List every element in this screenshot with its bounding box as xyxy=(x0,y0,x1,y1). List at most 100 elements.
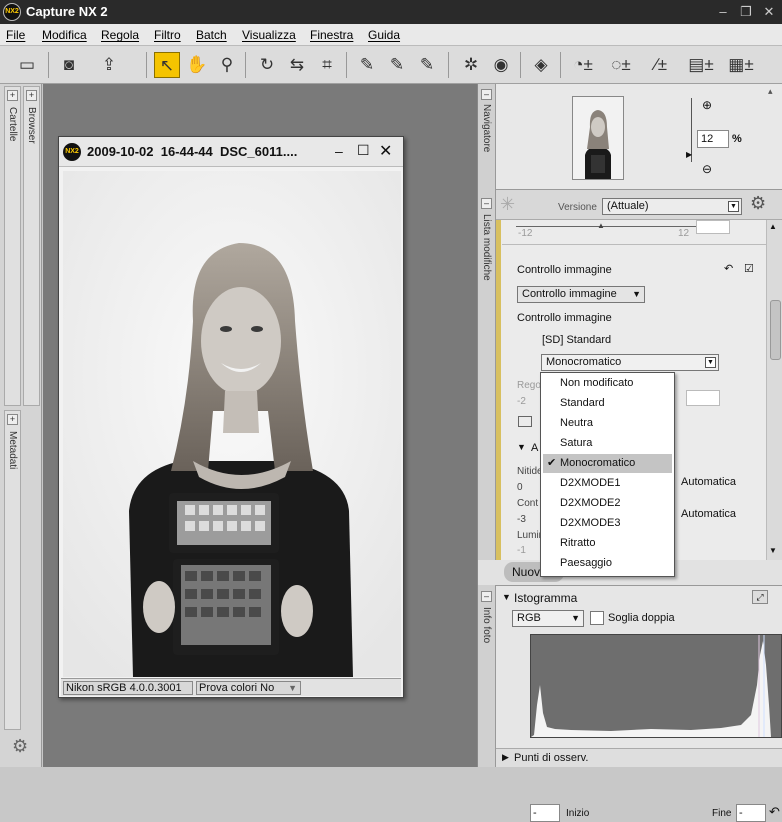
slider-value-input[interactable] xyxy=(696,220,730,234)
maximize-icon[interactable]: ☐ xyxy=(357,142,370,159)
menu-regola[interactable]: Regola xyxy=(101,28,139,42)
slider-track[interactable] xyxy=(516,226,696,227)
eye-icon[interactable]: ◉ xyxy=(488,52,514,78)
expand-icon[interactable]: + xyxy=(26,90,37,101)
close-button[interactable]: ✕ xyxy=(760,3,778,20)
reset-icon[interactable]: ↶ xyxy=(769,804,780,820)
channel-select[interactable]: RGB ▼ xyxy=(512,610,584,627)
regola-input[interactable] xyxy=(686,390,720,406)
minimize-icon[interactable]: – xyxy=(335,143,343,159)
menu-guida[interactable]: Guida xyxy=(368,28,400,42)
browser-panel-tab[interactable]: + Browser xyxy=(23,86,40,406)
collapse-icon[interactable]: – xyxy=(481,198,492,209)
gradient-icon[interactable]: ▤± xyxy=(688,52,714,78)
dropdown-option[interactable]: Non modificato xyxy=(543,374,672,393)
black-point-icon[interactable]: ✎ xyxy=(354,52,380,78)
toolbar-separator xyxy=(48,52,49,78)
soglia-doppia-checkbox[interactable] xyxy=(590,611,604,625)
regola-value: -2 xyxy=(517,396,526,407)
photo-canvas[interactable] xyxy=(63,171,401,677)
mode-select[interactable]: Monocromatico ▼ xyxy=(541,354,719,371)
collapse-icon[interactable]: – xyxy=(481,591,492,602)
menu-modifica[interactable]: Modifica xyxy=(42,28,87,42)
selection-brush-icon[interactable]: ∕± xyxy=(648,52,674,78)
collapse-icon[interactable]: – xyxy=(481,89,492,100)
crop-icon[interactable]: ⌗ xyxy=(314,52,340,78)
dropdown-option[interactable]: Neutra xyxy=(543,414,672,433)
metadati-panel-tab[interactable]: + Metadati xyxy=(4,410,21,730)
navigator-panel-tab[interactable]: – Navigatore xyxy=(478,84,496,190)
dropdown-option[interactable]: Satura xyxy=(543,434,672,453)
zoom-in-icon[interactable]: ⊕ xyxy=(702,98,712,112)
start-input[interactable]: - xyxy=(530,804,560,822)
reset-icon[interactable]: ↶ xyxy=(724,262,733,275)
toolbar-separator xyxy=(560,52,561,78)
straighten-icon[interactable]: ⇆ xyxy=(284,52,310,78)
end-input[interactable]: - xyxy=(736,804,766,822)
settings-gear-icon[interactable]: ⚙ xyxy=(750,193,766,214)
dropdown-option[interactable]: Ritratto xyxy=(543,534,672,553)
fill-icon[interactable]: ▦± xyxy=(728,52,754,78)
auto-retouch-brush-icon[interactable]: ◈ xyxy=(528,52,554,78)
dropdown-option-selected[interactable]: ✔ Monocromatico xyxy=(543,454,672,473)
control-point-icon[interactable]: ◔± xyxy=(570,52,596,78)
versione-select[interactable]: (Attuale) ▼ xyxy=(602,198,742,215)
gear-icon[interactable]: ⚙ xyxy=(12,736,28,757)
punti-osservazione-panel[interactable]: ▶ Punti di osserv. xyxy=(496,748,782,767)
zoom-tool-icon[interactable]: ⚲ xyxy=(214,52,240,78)
expand-arrow-icon[interactable]: ▼ xyxy=(517,442,526,452)
menu-finestra[interactable]: Finestra xyxy=(310,28,353,42)
scrollbar[interactable]: ▲ ▼ xyxy=(766,220,782,560)
menu-visualizza[interactable]: Visualizza xyxy=(242,28,296,42)
red-eye-icon[interactable]: ✲ xyxy=(458,52,484,78)
close-icon[interactable]: ✕ xyxy=(379,141,392,161)
cartelle-panel-tab[interactable]: + Cartelle xyxy=(4,86,21,406)
zoom-slider-handle[interactable]: ▶ xyxy=(686,150,692,159)
expand-icon[interactable]: + xyxy=(7,414,18,425)
zoom-input[interactable]: 12 xyxy=(697,130,729,148)
grid-icon[interactable] xyxy=(518,416,532,427)
automatica-label-2: Automatica xyxy=(681,508,737,520)
dropdown-option[interactable]: D2XMODE1 xyxy=(543,474,672,493)
scroll-up-icon[interactable]: ▲ xyxy=(769,222,777,231)
collapse-arrow-icon[interactable]: ▼ xyxy=(502,592,511,602)
white-point-icon[interactable]: ✎ xyxy=(414,52,440,78)
menu-filtro[interactable]: Filtro xyxy=(154,28,181,42)
edit-list-panel-tab[interactable]: – Lista modifiche xyxy=(478,190,496,560)
dropdown-option[interactable]: Standard xyxy=(543,394,672,413)
menu-bar: File Modifica Regola Filtro Batch Visual… xyxy=(0,24,782,46)
soft-proof-dropdown[interactable]: Prova colori No ▼ xyxy=(196,681,301,695)
apply-check-icon[interactable]: ☑ xyxy=(744,262,754,275)
app-logo-icon: NX2 xyxy=(3,3,21,21)
dropdown-option[interactable]: D2XMODE3 xyxy=(543,514,672,533)
restore-button[interactable]: ❐ xyxy=(737,3,755,20)
info-foto-panel-tab[interactable]: – Info foto xyxy=(478,585,496,767)
rotate-icon[interactable]: ↻ xyxy=(254,52,280,78)
workspace-icon[interactable]: ▭ xyxy=(14,52,40,78)
histogram-graph[interactable] xyxy=(530,634,782,738)
expand-icon[interactable]: + xyxy=(7,90,18,101)
menu-batch[interactable]: Batch xyxy=(196,28,227,42)
dropdown-option[interactable]: Paesaggio xyxy=(543,554,672,573)
zoom-out-icon[interactable]: ⊖ xyxy=(702,162,712,176)
histogram-panel: ▼ Istogramma ⤢ RGB ▼ Soglia doppia - Ini… xyxy=(496,585,782,822)
checkmark-icon: ✔ xyxy=(547,457,557,469)
lasso-icon[interactable]: ◌± xyxy=(608,52,634,78)
toolbar-separator xyxy=(448,52,449,78)
minimize-button[interactable]: – xyxy=(714,3,732,20)
scrollbar-thumb[interactable] xyxy=(770,300,781,360)
sparkle-icon: ✳ xyxy=(500,194,516,214)
navigator-thumbnail[interactable] xyxy=(572,96,624,180)
dropdown-option[interactable]: D2XMODE2 xyxy=(543,494,672,513)
scroll-down-icon[interactable]: ▼ xyxy=(769,546,777,555)
image-window-titlebar[interactable]: NX2 2009-10-02 16-44-44 DSC_6011.... – ☐… xyxy=(59,137,403,167)
camera-icon[interactable]: ◙ xyxy=(56,52,82,78)
direct-select-tool-icon[interactable]: ↖ xyxy=(154,52,180,78)
picture-control-type-select[interactable]: Controllo immagine ▼ xyxy=(517,286,645,303)
neutral-point-icon[interactable]: ✎ xyxy=(384,52,410,78)
histogram-options-icon[interactable]: ⤢ xyxy=(752,590,768,604)
export-icon[interactable]: ⇪ xyxy=(96,52,122,78)
menu-file[interactable]: File xyxy=(6,28,25,42)
slider-handle[interactable]: ▲ xyxy=(597,221,605,230)
hand-tool-icon[interactable]: ✋ xyxy=(184,52,210,78)
